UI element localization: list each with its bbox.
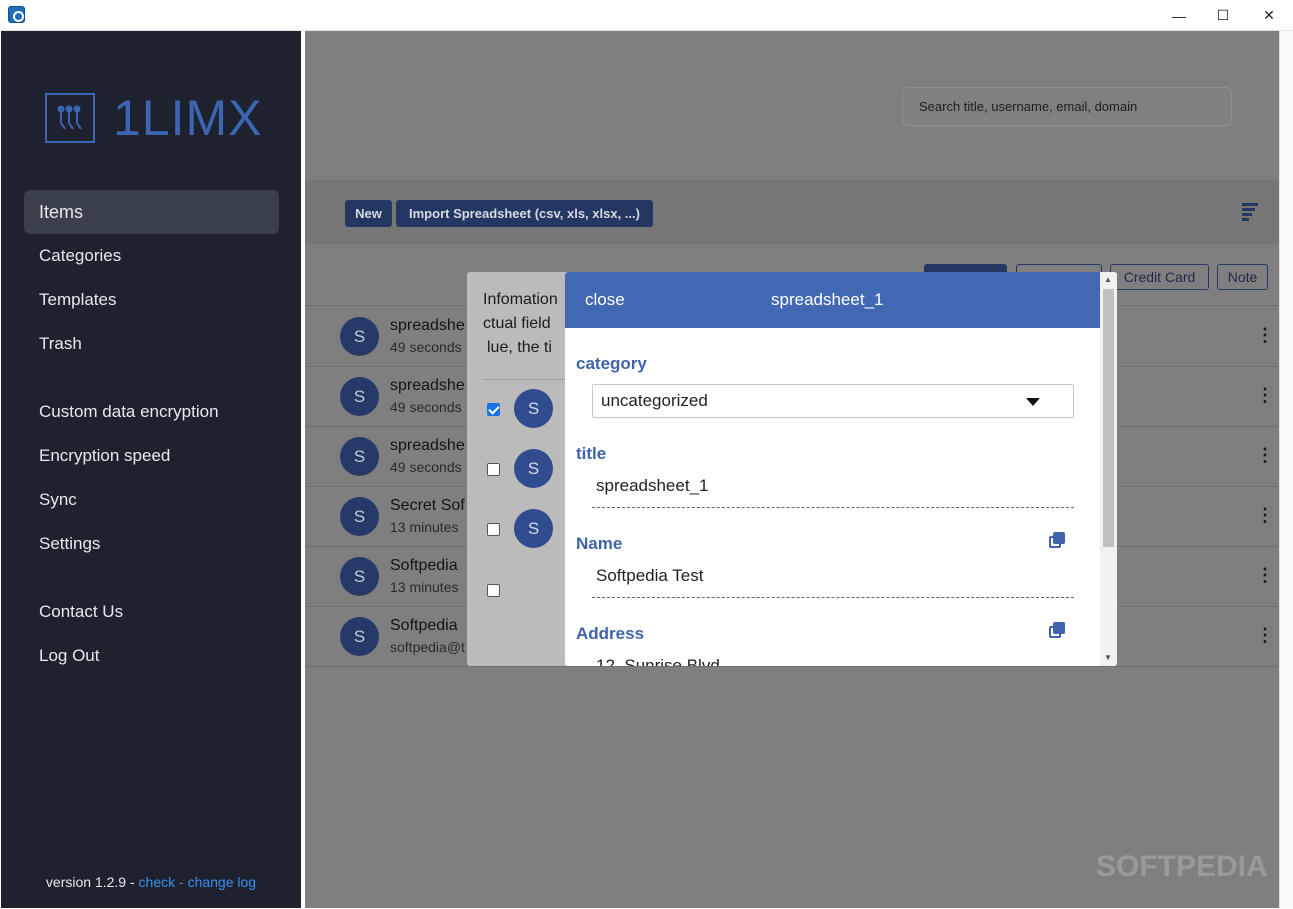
avatar: S: [340, 497, 379, 536]
more-menu-icon[interactable]: ⋮: [1256, 385, 1274, 406]
more-menu-icon[interactable]: ⋮: [1256, 445, 1274, 466]
import-info-line: Infomation: [483, 291, 558, 308]
row-checkbox[interactable]: [487, 463, 500, 476]
filter-credit-card[interactable]: Credit Card: [1110, 264, 1209, 290]
more-menu-icon[interactable]: ⋮: [1256, 325, 1274, 346]
version-info: version 1.2.9 - check - change log: [1, 874, 301, 890]
item-subtitle: softpedia@t: [390, 639, 465, 655]
copy-icon[interactable]: [1049, 622, 1066, 639]
filter-note[interactable]: Note: [1217, 264, 1268, 290]
avatar: S: [514, 449, 553, 488]
item-subtitle: 49 seconds: [390, 339, 462, 355]
sidebar-item-trash[interactable]: Trash: [24, 322, 279, 366]
category-select[interactable]: uncategorized: [592, 384, 1074, 418]
dialog-header: close spreadsheet_1: [565, 272, 1100, 328]
scroll-up-icon[interactable]: ▲: [1104, 275, 1112, 284]
logo: 1LIMX: [45, 89, 263, 147]
row-checkbox[interactable]: [487, 584, 500, 597]
more-menu-icon[interactable]: ⋮: [1256, 565, 1274, 586]
avatar: S: [340, 377, 379, 416]
sidebar-item-encryption-speed[interactable]: Encryption speed: [24, 434, 279, 478]
chevron-down-icon: [1026, 398, 1040, 406]
watermark: SOFTPEDIA: [1096, 850, 1268, 883]
sidebar-item-items[interactable]: Items: [24, 190, 279, 234]
address-label: Address: [576, 624, 645, 643]
sidebar-item-categories[interactable]: Categories: [24, 234, 279, 278]
toolbar: New Import Spreadsheet (csv, xls, xlsx, …: [305, 180, 1279, 244]
new-button[interactable]: New: [345, 200, 392, 227]
category-value: uncategorized: [601, 391, 708, 410]
avatar: S: [514, 389, 553, 428]
logo-text: 1LIMX: [113, 90, 263, 146]
title-label: title: [576, 444, 607, 463]
sidebar-item-templates[interactable]: Templates: [24, 278, 279, 322]
address-field[interactable]: 12, Sunrise Blvd: [592, 652, 1074, 666]
import-info-line: ctual field: [483, 315, 551, 332]
copy-icon[interactable]: [1049, 532, 1066, 549]
header: Search title, username, email, domain: [305, 31, 1279, 180]
dialog-close-button[interactable]: close: [585, 290, 625, 310]
sidebar-item-contact-us[interactable]: Contact Us: [24, 590, 279, 634]
item-title: spreadshe: [390, 317, 465, 334]
scroll-down-icon[interactable]: ▼: [1104, 653, 1112, 662]
version-separator: -: [179, 874, 184, 890]
version-text: version 1.2.9 -: [45, 874, 135, 890]
category-label: category: [576, 354, 647, 373]
more-menu-icon[interactable]: ⋮: [1256, 505, 1274, 526]
import-spreadsheet-button[interactable]: Import Spreadsheet (csv, xls, xlsx, ...): [396, 200, 653, 227]
item-subtitle: 13 minutes: [390, 579, 459, 595]
sidebar-item-log-out[interactable]: Log Out: [24, 634, 279, 678]
item-title: Secret Sof: [390, 497, 465, 514]
more-menu-icon[interactable]: ⋮: [1256, 625, 1274, 646]
dialog-title: spreadsheet_1: [771, 290, 884, 309]
scrollbar-thumb[interactable]: [1103, 289, 1114, 547]
item-title: Softpedia: [390, 557, 458, 574]
sidebar-item-settings[interactable]: Settings: [24, 522, 279, 566]
sidebar: 1LIMX Items Categories Templates Trash C…: [1, 31, 301, 908]
avatar: S: [514, 509, 553, 548]
avatar: S: [340, 617, 379, 656]
avatar: S: [340, 437, 379, 476]
item-title: Softpedia: [390, 617, 458, 634]
sidebar-item-custom-encryption[interactable]: Custom data encryption: [24, 390, 279, 434]
name-field[interactable]: Softpedia Test: [592, 562, 1074, 598]
dialog-scrollbar[interactable]: ▲ ▼: [1100, 272, 1117, 666]
changelog-link[interactable]: change log: [188, 874, 257, 890]
close-window-button[interactable]: ✕: [1246, 0, 1292, 31]
window-titlebar: — ☐ ✕: [0, 0, 1293, 31]
maximize-button[interactable]: ☐: [1200, 0, 1246, 31]
item-subtitle: 13 minutes: [390, 519, 459, 535]
sort-icon[interactable]: [1242, 203, 1258, 223]
item-detail-dialog: close spreadsheet_1 category uncategoriz…: [565, 272, 1117, 666]
minimize-button[interactable]: —: [1156, 0, 1202, 31]
logo-icon: [45, 93, 95, 143]
row-checkbox[interactable]: [487, 523, 500, 536]
item-title: spreadshe: [390, 437, 465, 454]
avatar: S: [340, 317, 379, 356]
item-subtitle: 49 seconds: [390, 459, 462, 475]
search-input[interactable]: Search title, username, email, domain: [902, 87, 1232, 126]
window-scrollbar[interactable]: [1279, 31, 1293, 908]
avatar: S: [340, 557, 379, 596]
item-title: spreadshe: [390, 377, 465, 394]
name-label: Name: [576, 534, 623, 553]
item-subtitle: 49 seconds: [390, 399, 462, 415]
app-icon: [8, 6, 25, 23]
sidebar-item-sync[interactable]: Sync: [24, 478, 279, 522]
import-info-line: lue, the ti: [487, 339, 552, 356]
row-checkbox[interactable]: [487, 403, 500, 416]
check-link[interactable]: check: [139, 874, 176, 890]
title-field[interactable]: spreadsheet_1: [592, 472, 1074, 508]
